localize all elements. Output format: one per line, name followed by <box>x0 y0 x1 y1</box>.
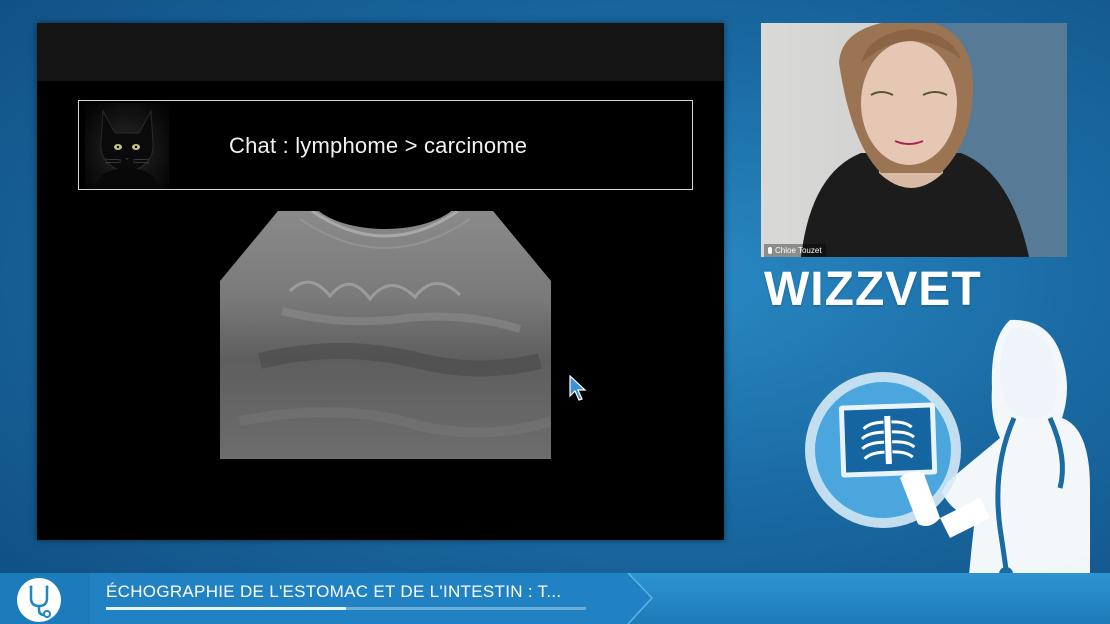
slide-title-box: Chat : lymphome > carcinome <box>78 100 693 190</box>
participant-name: Chloe Touzet <box>775 246 822 255</box>
participant-name-label: Chloe Touzet <box>764 244 826 257</box>
webcam-feed: Chloe Touzet <box>761 23 1067 257</box>
cat-icon <box>95 109 159 189</box>
microphone-icon <box>768 247 772 254</box>
video-progress-track[interactable] <box>106 607 586 610</box>
video-title: ÉCHOGRAPHIE DE L'ESTOMAC ET DE L'INTESTI… <box>106 582 562 601</box>
black-cat-image <box>85 103 169 189</box>
video-progress-fill <box>106 607 346 610</box>
ultrasound-scan-graphic <box>220 211 551 459</box>
brand-logo-text: WIZZVET <box>764 263 982 316</box>
slide-title: Chat : lymphome > carcinome <box>229 133 528 158</box>
presentation-slide: Chat : lymphome > carcinome <box>37 23 724 540</box>
presenter-video-graphic <box>801 23 1067 257</box>
stethoscope-logo-icon[interactable] <box>17 578 61 622</box>
mouse-pointer-icon <box>569 374 589 401</box>
slide-top-bar <box>37 23 724 81</box>
ultrasound-image <box>220 211 551 459</box>
